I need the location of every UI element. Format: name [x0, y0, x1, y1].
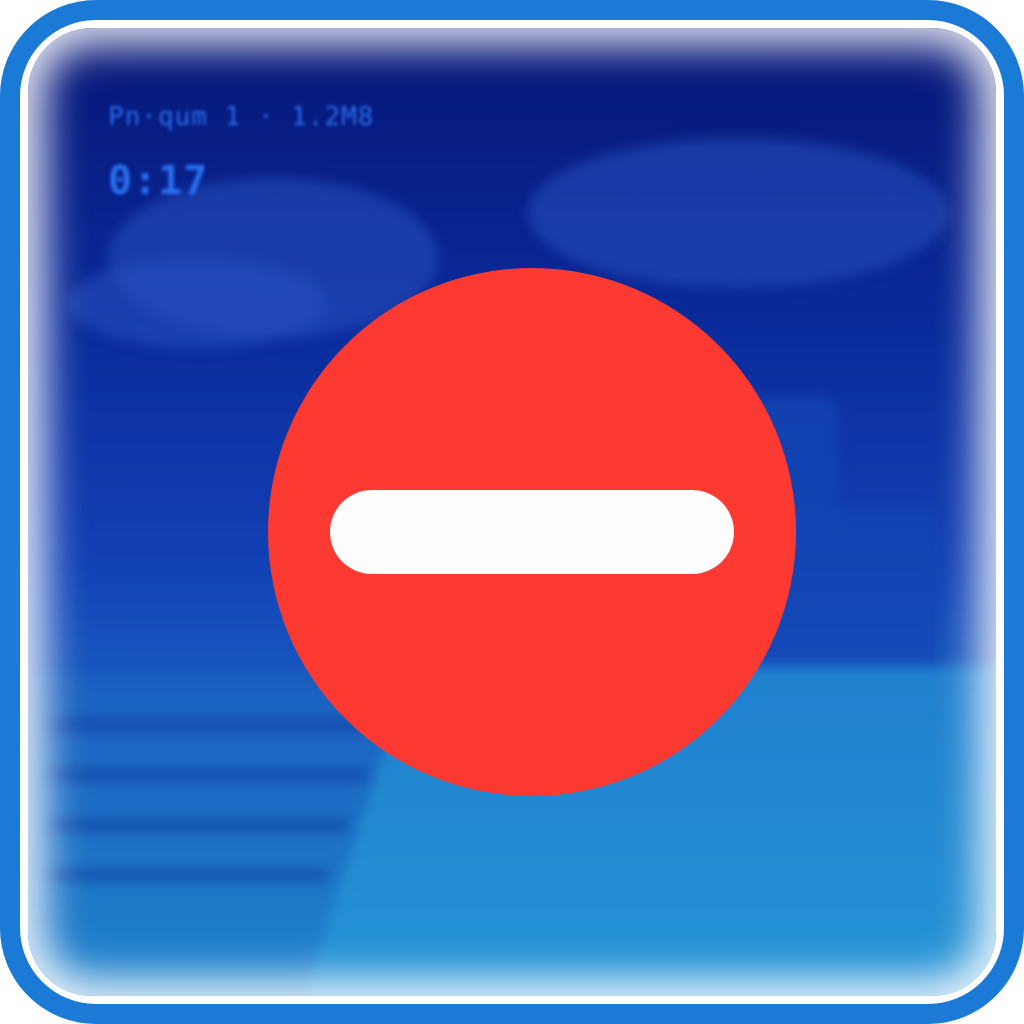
stair-stripe [48, 768, 368, 782]
cloud-shape [68, 258, 328, 348]
stair-stripe [48, 868, 328, 882]
hud-subtitle: Pn·qum 1 · 1.2M8 [108, 102, 375, 132]
app-icon-frame[interactable]: Pn·qum 1 · 1.2M8 0:17 [0, 0, 1024, 1024]
stair-stripe [48, 718, 378, 732]
blocked-icon [268, 268, 796, 796]
cloud-shape [528, 138, 948, 288]
stair-stripe [48, 818, 348, 832]
minus-bar [330, 490, 734, 574]
hud-timer: 0:17 [108, 158, 209, 204]
